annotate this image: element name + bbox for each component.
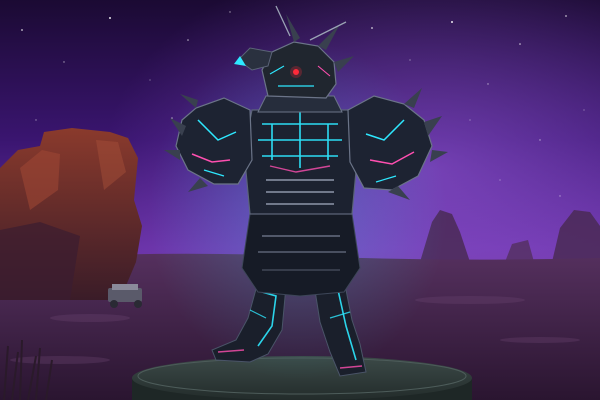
armor-skirt: [241, 213, 361, 297]
armor-torso: [243, 109, 359, 215]
game-viewport: [0, 0, 600, 400]
armor-collar: [257, 95, 343, 113]
red-rock-formation: [0, 128, 142, 300]
game-scene: [0, 0, 600, 400]
